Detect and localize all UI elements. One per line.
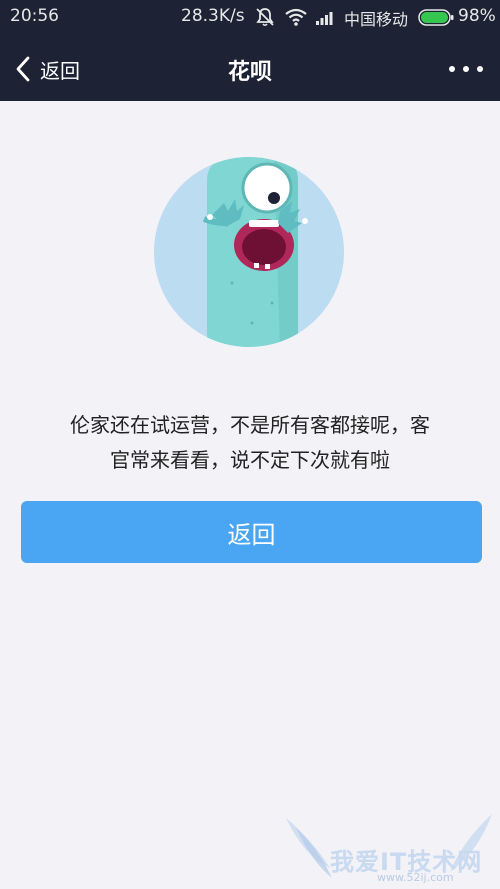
watermark-url: www.52ij.com — [377, 871, 454, 884]
battery-percent: 98% — [458, 6, 496, 26]
status-time: 20:56 — [10, 6, 59, 26]
network-speed: 28.3K/s — [181, 6, 245, 26]
mascot-illustration — [154, 157, 344, 347]
message-line-2: 官常来看看，说不定下次就有啦 — [110, 448, 390, 472]
battery-icon — [418, 9, 454, 26]
message-text: 伦家还在试运营，不是所有客都接呢，客 官常来看看，说不定下次就有啦 — [40, 408, 460, 478]
message-line-1: 伦家还在试运营，不是所有客都接呢，客 — [70, 413, 430, 437]
page-title: 花呗 — [227, 60, 272, 85]
status-bar: 20:56 28.3K/s 中国移动 98% — [0, 0, 500, 34]
wifi-icon — [285, 8, 307, 26]
back-button[interactable]: 返回 — [21, 501, 482, 563]
nav-bar: 返回 花呗 — [0, 34, 500, 101]
signal-icon — [316, 12, 333, 25]
more-icon[interactable] — [446, 64, 486, 74]
mute-icon — [256, 8, 274, 27]
watermark: 我爱IT技术网 www.52ij.com — [282, 812, 496, 889]
carrier-name: 中国移动 — [344, 10, 409, 29]
